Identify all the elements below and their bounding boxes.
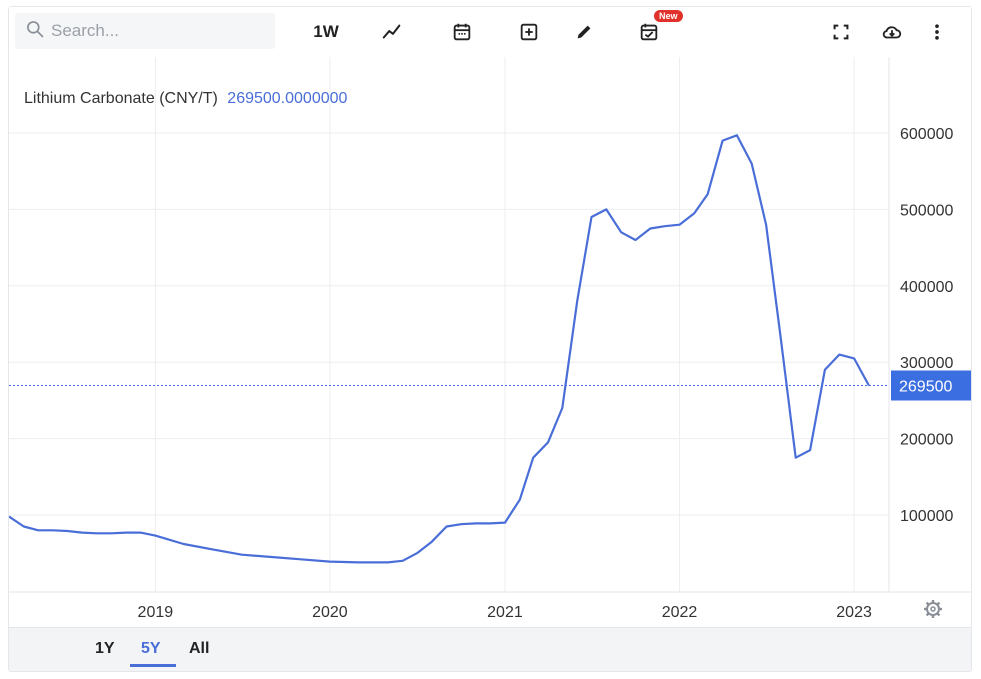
legend-series-value: 269500.0000000: [227, 90, 347, 107]
range-button-all[interactable]: All: [189, 640, 209, 658]
price-chart[interactable]: 100000 200000 300000 400000 500000 600000 201…: [9, 7, 971, 627]
y-tick-label: 600000: [900, 126, 953, 143]
x-tick-label: 2020: [312, 604, 348, 621]
price-tag-label: 269500: [899, 379, 952, 396]
x-tick-label: 2023: [836, 604, 872, 621]
y-tick-label: 500000: [900, 202, 953, 219]
y-axis: 100000 200000 300000 400000 500000 600000: [900, 126, 953, 525]
x-tick-label: 2021: [487, 604, 523, 621]
x-axis: 2019 2020 2021 2022 2023: [138, 604, 872, 621]
active-range-indicator: [130, 664, 176, 667]
range-button-5y[interactable]: 5Y: [141, 640, 161, 658]
x-tick-label: 2019: [138, 604, 174, 621]
y-tick-label: 400000: [900, 279, 953, 296]
grid: [9, 57, 889, 592]
range-bar: 1Y 5Y All: [9, 627, 971, 671]
series-line: [9, 134, 870, 564]
range-button-1y[interactable]: 1Y: [95, 640, 115, 658]
legend: Lithium Carbonate (CNY/T) 269500.0000000: [24, 90, 348, 107]
settings-gear-icon[interactable]: [924, 600, 942, 618]
x-tick-label: 2022: [662, 604, 698, 621]
chart-widget: 1W New 100000200000: [8, 6, 972, 672]
y-tick-label: 100000: [900, 508, 953, 525]
y-tick-label: 200000: [900, 432, 953, 449]
y-tick-label: 300000: [900, 355, 953, 372]
legend-series-name: Lithium Carbonate (CNY/T): [24, 90, 218, 107]
price-tag: 269500: [891, 370, 971, 401]
